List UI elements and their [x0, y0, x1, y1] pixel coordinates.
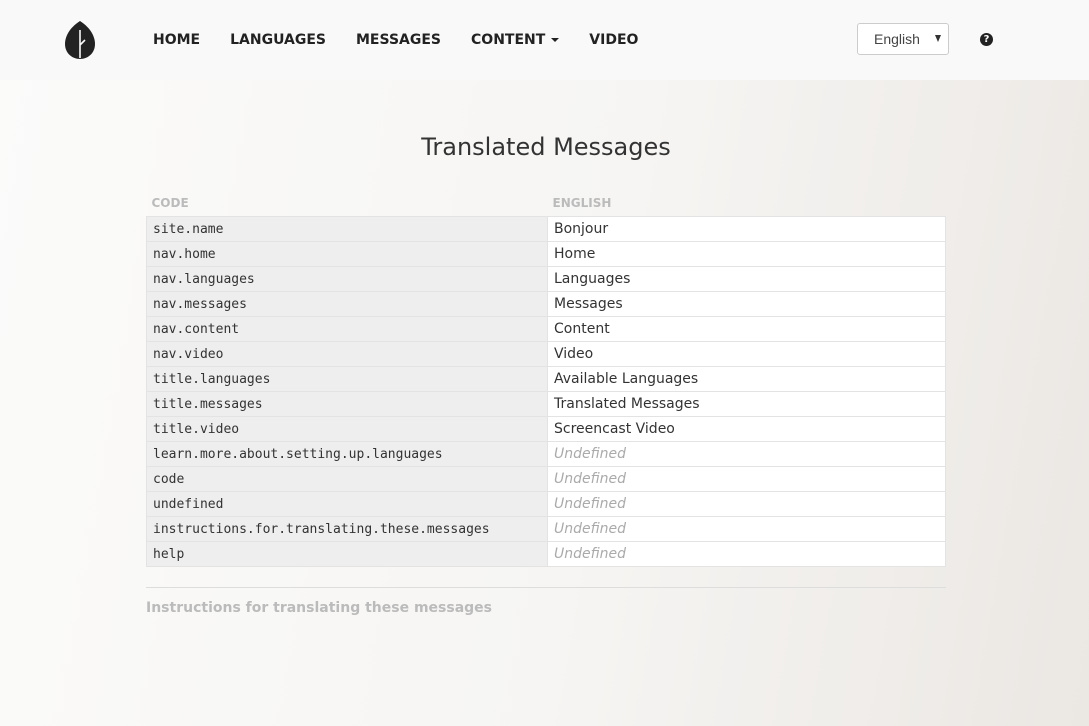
message-code: nav.video	[146, 341, 548, 367]
table-row: nav.home Home	[146, 241, 946, 267]
nav-languages-label: LANGUAGES	[230, 32, 326, 48]
table-row: title.messages Translated Messages	[146, 391, 946, 417]
caret-down-icon	[551, 38, 560, 42]
main-nav: HOME LANGUAGES MESSAGES CONTENT VIDEO	[153, 0, 668, 80]
table-row: site.name Bonjour	[146, 216, 946, 242]
message-code: title.video	[146, 416, 548, 442]
message-translation[interactable]: Available Languages	[547, 366, 946, 392]
table-row: title.languages Available Languages	[146, 366, 946, 392]
select-arrow-icon	[935, 35, 941, 42]
message-code: code	[146, 466, 548, 492]
language-select-value: English	[874, 31, 920, 47]
message-translation[interactable]: Undefined	[547, 466, 946, 492]
nav-messages-label: MESSAGES	[356, 32, 442, 48]
message-code: title.languages	[146, 366, 548, 392]
table-row: nav.messages Messages	[146, 291, 946, 317]
messages-table: CODE ENGLISH site.name Bonjour nav.home Hom…	[146, 190, 946, 567]
column-header-english: ENGLISH	[552, 196, 612, 210]
message-code: nav.messages	[146, 291, 548, 317]
nav-content-dropdown[interactable]: CONTENT	[471, 32, 560, 48]
table-row: code Undefined	[146, 466, 946, 492]
divider	[146, 587, 946, 588]
navbar: HOME LANGUAGES MESSAGES CONTENT VIDEO En…	[0, 0, 1089, 80]
table-row: learn.more.about.setting.up.languages Und…	[146, 441, 946, 467]
table-row: title.video Screencast Video	[146, 416, 946, 442]
message-translation[interactable]: Translated Messages	[547, 391, 946, 417]
message-code: nav.content	[146, 316, 548, 342]
message-code: nav.languages	[146, 266, 548, 292]
table-row: undefined Undefined	[146, 491, 946, 517]
message-translation[interactable]: Messages	[547, 291, 946, 317]
message-translation[interactable]: Undefined	[547, 541, 946, 567]
nav-languages-link[interactable]: LANGUAGES	[230, 32, 326, 48]
table-row: help Undefined	[146, 541, 946, 567]
nav-video-link[interactable]: VIDEO	[589, 32, 638, 48]
message-code: title.messages	[146, 391, 548, 417]
message-translation[interactable]: Video	[547, 341, 946, 367]
message-code: help	[146, 541, 548, 567]
message-code: learn.more.about.setting.up.languages	[146, 441, 548, 467]
table-row: nav.languages Languages	[146, 266, 946, 292]
message-translation[interactable]: Bonjour	[547, 216, 946, 242]
nav-home-link[interactable]: HOME	[153, 32, 200, 48]
leaf-logo-icon[interactable]	[64, 20, 96, 60]
table-header-row: CODE ENGLISH	[147, 190, 946, 217]
message-code: undefined	[146, 491, 548, 517]
message-translation[interactable]: Languages	[547, 266, 946, 292]
message-translation[interactable]: Undefined	[547, 491, 946, 517]
nav-content-label: CONTENT	[471, 32, 546, 48]
message-translation[interactable]: Undefined	[547, 441, 946, 467]
message-translation[interactable]: Home	[547, 241, 946, 267]
message-code: nav.home	[146, 241, 548, 267]
language-select[interactable]: English	[857, 23, 949, 55]
message-translation[interactable]: Screencast Video	[547, 416, 946, 442]
message-translation[interactable]: Undefined	[547, 516, 946, 542]
nav-video-label: VIDEO	[589, 32, 639, 48]
table-row: instructions.for.translating.these.messa…	[146, 516, 946, 542]
instructions-link[interactable]: Instructions for translating these messa…	[146, 600, 492, 616]
table-row: nav.content Content	[146, 316, 946, 342]
message-translation[interactable]: Content	[547, 316, 946, 342]
message-code: instructions.for.translating.these.messa…	[146, 516, 548, 542]
table-row: nav.video Video	[146, 341, 946, 367]
nav-messages-link[interactable]: MESSAGES	[356, 32, 441, 48]
question-circle-icon[interactable]: ?	[980, 33, 993, 46]
nav-home-label: HOME	[153, 32, 201, 48]
message-code: site.name	[146, 216, 548, 242]
page-title: Translated Messages	[421, 133, 671, 161]
column-header-code: CODE	[151, 196, 189, 210]
